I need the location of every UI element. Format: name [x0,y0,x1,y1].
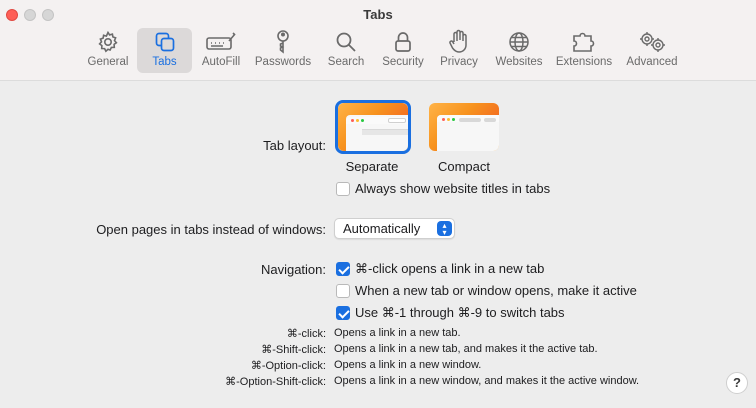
separate-label: Separate [345,159,399,174]
puzzle-icon [571,28,597,56]
tab-general[interactable]: General [84,28,132,73]
tab-label: Search [327,56,365,68]
always-show-titles-label: Always show website titles in tabs [355,181,551,196]
shortcut-key: ⌘-Shift-click: [261,344,326,356]
make-active-checkbox[interactable] [336,284,350,298]
compact-layout-option[interactable] [428,103,500,153]
tab-label: General [87,56,129,68]
separate-layout-preview [338,103,408,151]
shortcut-key: ⌘-Option-Shift-click: [225,376,326,388]
tab-autofill[interactable]: AutoFill [197,28,245,73]
navigation-label: Navigation: [260,262,326,277]
tab-tabs[interactable]: Tabs [137,28,192,73]
key-icon [273,28,293,56]
tab-label: Privacy [440,56,478,68]
shortcut-key: ⌘-Option-click: [250,360,326,372]
tab-label: AutoFill [201,56,241,68]
shortcut-desc: Opens a link in a new tab, and makes it … [334,343,598,355]
open-pages-label: Open pages in tabs instead of windows: [96,222,326,237]
window-title: Tabs [363,7,393,22]
chevron-updown-icon: ▴ ▾ [437,221,452,236]
tabs-settings-pane: Tab layout: Separate Compact Always show… [0,82,756,408]
cmd-number-switch-checkbox[interactable] [336,306,350,320]
always-show-titles-checkbox[interactable] [336,182,350,196]
tab-websites[interactable]: Websites [492,28,546,73]
globe-icon [507,28,531,56]
lock-icon [393,28,413,56]
make-active-label: When a new tab or window opens, make it … [355,283,637,298]
tab-security[interactable]: Security [378,28,428,73]
gear-icon [96,28,120,56]
tab-label: Advanced [626,56,678,68]
compact-label: Compact [437,159,491,174]
compact-layout-preview [429,103,499,151]
shortcut-desc: Opens a link in a new window. [334,359,482,371]
safari-settings-window: Tabs General Tabs AutoFill Passwords Sea… [0,0,756,408]
shortcut-key: ⌘-click: [286,328,326,340]
separate-layout-option[interactable] [335,100,411,154]
shortcut-desc: Opens a link in a new window, and makes … [334,375,640,387]
gears-icon [637,28,667,56]
toolbar: Tabs General Tabs AutoFill Passwords Sea… [0,0,756,81]
help-button[interactable]: ? [726,372,748,394]
search-icon [334,28,358,56]
tabs-icon [153,28,177,56]
open-pages-select[interactable]: Automatically ▴ ▾ [334,218,455,239]
tab-layout-label: Tab layout: [263,138,326,153]
tab-label: Security [382,56,424,68]
tab-advanced[interactable]: Advanced [624,28,680,73]
cmd-click-new-tab-checkbox[interactable] [336,262,350,276]
tab-label: Extensions [555,56,613,68]
hand-icon [448,28,470,56]
autofill-icon [205,28,237,56]
tab-search[interactable]: Search [324,28,368,73]
tab-label: Tabs [152,56,177,68]
open-pages-value: Automatically [343,221,421,236]
cmd-click-new-tab-label: ⌘-click opens a link in a new tab [355,261,545,276]
cmd-number-switch-label: Use ⌘-1 through ⌘-9 to switch tabs [355,305,565,320]
tab-extensions[interactable]: Extensions [554,28,614,73]
tab-passwords[interactable]: Passwords [253,28,313,73]
tab-label: Websites [495,56,543,68]
shortcut-desc: Opens a link in a new tab. [334,327,461,339]
tab-label: Passwords [254,56,312,68]
tab-privacy[interactable]: Privacy [437,28,481,73]
